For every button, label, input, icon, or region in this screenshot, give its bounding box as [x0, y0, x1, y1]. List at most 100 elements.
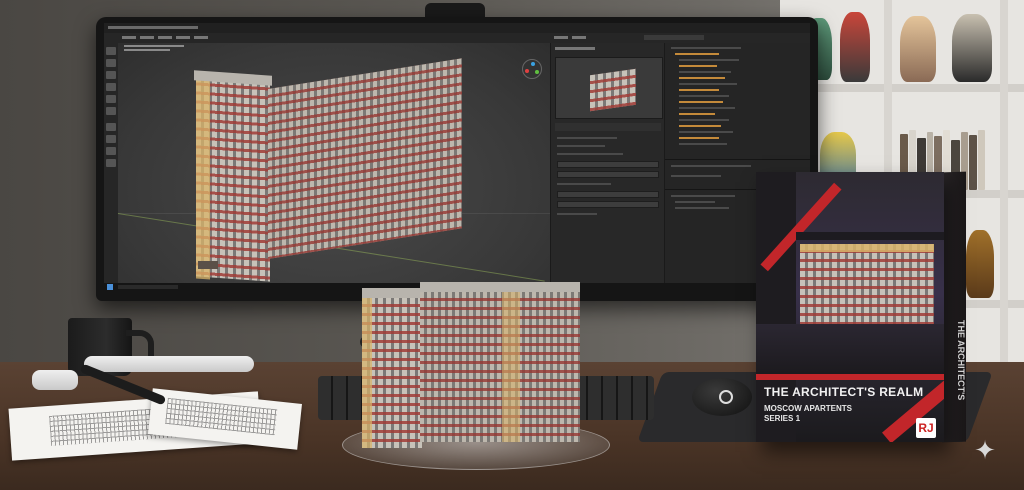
property-row[interactable]: [557, 213, 597, 215]
gizmo-z-axis[interactable]: [531, 62, 535, 66]
outliner-row[interactable]: [679, 143, 727, 145]
outliner-row-selected[interactable]: [675, 53, 719, 55]
outliner-row[interactable]: [671, 175, 721, 177]
sparkle-icon: ✦: [974, 436, 996, 466]
rotate-tool-icon[interactable]: [106, 83, 116, 91]
figurine: [966, 230, 994, 298]
menu-item[interactable]: [554, 36, 568, 39]
edit-tool-icon[interactable]: [106, 159, 116, 167]
property-row[interactable]: [557, 137, 617, 139]
box-art-building: [800, 244, 934, 324]
product-box: [756, 172, 944, 442]
outliner-row[interactable]: [679, 119, 729, 121]
title-text-placeholder: [108, 26, 198, 29]
gizmo-x-axis[interactable]: [525, 69, 529, 73]
select-tool-icon[interactable]: [106, 47, 116, 55]
menu-item[interactable]: [140, 36, 154, 39]
box-art-beam: [796, 232, 944, 240]
outliner-row[interactable]: [671, 195, 735, 197]
outliner-row[interactable]: [675, 201, 715, 203]
outliner-row[interactable]: [675, 207, 729, 209]
menu-item[interactable]: [158, 36, 172, 39]
outliner-row[interactable]: [679, 83, 737, 85]
model-long-facade: [420, 292, 580, 442]
menu-item[interactable]: [176, 36, 190, 39]
building-corner-accent: [196, 78, 210, 280]
outliner-row-selected[interactable]: [679, 113, 715, 115]
menu-item[interactable]: [572, 36, 586, 39]
panel-tabs[interactable]: [555, 47, 595, 50]
outliner-row-selected[interactable]: [679, 65, 717, 67]
property-field[interactable]: [557, 161, 659, 168]
outliner-row-selected[interactable]: [679, 125, 721, 127]
box-art-pillar: [756, 172, 796, 442]
model-facade-accent: [502, 292, 520, 442]
navigation-gizmo[interactable]: [522, 59, 542, 79]
property-row[interactable]: [557, 153, 623, 155]
box-subtitle-line1: MOSCOW APARTENTS: [764, 404, 852, 413]
model-corner-accent: [362, 298, 372, 448]
figurine: [840, 12, 870, 82]
move-tool-icon[interactable]: [106, 71, 116, 79]
windows-logo-icon[interactable]: [107, 284, 113, 290]
box-subtitle: MOSCOW APARTENTS SERIES 1: [764, 404, 884, 424]
book: [978, 130, 985, 190]
viewport-info-text: [124, 45, 184, 47]
gizmo-y-axis[interactable]: [535, 70, 539, 74]
outliner-row[interactable]: [679, 95, 729, 97]
outliner-row[interactable]: [671, 47, 741, 49]
outliner-row[interactable]: [679, 107, 735, 109]
menu-item[interactable]: [122, 36, 136, 39]
property-row[interactable]: [557, 183, 611, 185]
properties-panel: [550, 43, 665, 283]
viewport-info-text: [124, 49, 170, 51]
box-subtitle-line2: SERIES 1: [764, 414, 801, 423]
property-field[interactable]: [557, 191, 659, 198]
outliner-row[interactable]: [679, 59, 739, 61]
outliner-row-selected[interactable]: [679, 137, 719, 139]
render-preview: [555, 57, 663, 119]
building-entrance: [198, 261, 218, 269]
book: [969, 135, 977, 190]
box-title: THE ARCHITECT'S REALM: [764, 385, 924, 399]
box-title-bar-accent: [756, 374, 944, 380]
outliner-row-selected[interactable]: [679, 89, 719, 91]
monitor-screen: [104, 23, 810, 291]
add-cube-tool-icon[interactable]: [106, 147, 116, 155]
brand-logo: RJ: [916, 418, 936, 438]
outliner-row[interactable]: [679, 131, 733, 133]
figurine: [900, 16, 936, 82]
outliner-row-selected[interactable]: [679, 77, 725, 79]
shelf-post: [1000, 0, 1008, 370]
workspace-tabs[interactable]: [644, 35, 704, 40]
figurine: [952, 14, 992, 82]
preview-building: [590, 68, 636, 112]
property-field[interactable]: [557, 171, 659, 178]
cursor-tool-icon[interactable]: [106, 59, 116, 67]
menu-item[interactable]: [194, 36, 208, 39]
outliner-row[interactable]: [679, 71, 731, 73]
building-long-facade: [268, 58, 462, 259]
annotate-tool-icon[interactable]: [106, 123, 116, 131]
box-spine-title: THE ARCHITECT'S: [956, 319, 966, 401]
editor-menu-bar[interactable]: [104, 33, 810, 43]
transform-tool-icon[interactable]: [106, 107, 116, 115]
taskbar-apps[interactable]: [118, 285, 178, 289]
gaming-mouse: [692, 378, 752, 416]
box-art-building-roof: [800, 244, 934, 252]
marker-cap: [32, 370, 78, 390]
viewport-building-model[interactable]: [188, 58, 488, 285]
building-sketch: [165, 397, 278, 436]
outliner-row[interactable]: [671, 165, 751, 167]
panel-header[interactable]: [555, 123, 661, 131]
outliner-row-selected[interactable]: [679, 101, 723, 103]
property-field[interactable]: [557, 201, 659, 208]
printed-building-model: [362, 282, 580, 452]
3d-viewport[interactable]: [117, 43, 550, 285]
gaming-mouse-logo-icon: [719, 390, 733, 404]
measure-tool-icon[interactable]: [106, 135, 116, 143]
panel-divider: [665, 159, 810, 160]
box-art-ground: [756, 324, 944, 374]
scale-tool-icon[interactable]: [106, 95, 116, 103]
property-row[interactable]: [557, 145, 605, 147]
